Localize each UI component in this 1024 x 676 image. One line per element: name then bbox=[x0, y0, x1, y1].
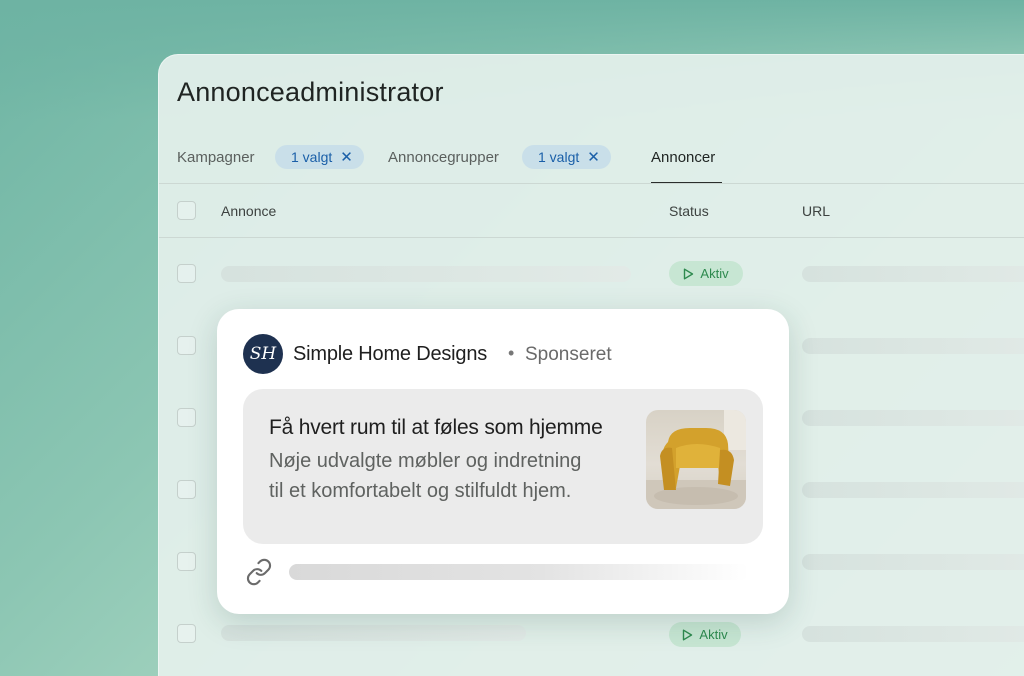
link-icon[interactable] bbox=[245, 558, 273, 586]
advertiser-name: Simple Home Designs bbox=[293, 343, 488, 365]
tab-ads[interactable]: Annoncer bbox=[651, 149, 715, 166]
ad-preview-card[interactable]: SH Simple Home Designs • Sponseret Få hv… bbox=[217, 309, 789, 614]
ad-name-placeholder bbox=[221, 266, 631, 282]
avatar-initials: SH bbox=[249, 344, 277, 364]
status-label: Aktiv bbox=[700, 266, 729, 281]
tab-bar: Kampagner 1 valgt ✕ Annoncegrupper 1 val… bbox=[177, 145, 1024, 185]
column-header-ad[interactable]: Annonce bbox=[221, 203, 276, 219]
url-placeholder bbox=[802, 554, 1024, 570]
url-placeholder bbox=[802, 410, 1024, 426]
table-header: Annonce Status URL bbox=[159, 184, 1024, 238]
row-checkbox[interactable] bbox=[177, 480, 196, 499]
row-checkbox[interactable] bbox=[177, 552, 196, 571]
chip-label: 1 valgt bbox=[538, 149, 580, 165]
yellow-armchair-image bbox=[646, 410, 746, 509]
column-header-status[interactable]: Status bbox=[669, 203, 709, 219]
ad-description: Nøje udvalgte møbler og indretning til e… bbox=[269, 450, 582, 502]
url-placeholder bbox=[802, 482, 1024, 498]
select-all-checkbox[interactable] bbox=[177, 201, 196, 220]
campaigns-filter-chip[interactable]: 1 valgt ✕ bbox=[275, 145, 364, 169]
url-placeholder bbox=[802, 626, 1024, 642]
row-checkbox[interactable] bbox=[177, 264, 196, 283]
column-header-url[interactable]: URL bbox=[802, 203, 830, 219]
advertiser-avatar: SH bbox=[243, 334, 283, 374]
url-placeholder bbox=[802, 338, 1024, 354]
close-icon[interactable]: ✕ bbox=[587, 148, 600, 166]
tab-campaigns[interactable]: Kampagner bbox=[177, 149, 255, 166]
tab-adgroups[interactable]: Annoncegrupper bbox=[388, 149, 499, 166]
play-icon bbox=[684, 268, 694, 279]
status-badge: Aktiv bbox=[669, 622, 741, 647]
ad-name-placeholder bbox=[221, 625, 526, 641]
adgroups-filter-chip[interactable]: 1 valgt ✕ bbox=[522, 145, 611, 169]
close-icon[interactable]: ✕ bbox=[340, 148, 353, 166]
table-row[interactable]: Aktiv bbox=[159, 238, 1024, 310]
ad-headline: Få hvert rum til at føles som hjemme bbox=[269, 416, 603, 439]
row-checkbox[interactable] bbox=[177, 624, 196, 643]
status-badge: Aktiv bbox=[669, 261, 743, 286]
sponsored-label: Sponseret bbox=[525, 344, 612, 365]
play-icon bbox=[683, 629, 693, 640]
url-placeholder bbox=[802, 266, 1024, 282]
armchair-illustration bbox=[646, 410, 746, 509]
separator-dot: • bbox=[508, 343, 515, 363]
ad-content-box[interactable]: Få hvert rum til at føles som hjemme Nøj… bbox=[243, 389, 763, 544]
page-title: Annonceadministrator bbox=[177, 77, 444, 107]
status-label: Aktiv bbox=[699, 627, 728, 642]
chip-label: 1 valgt bbox=[291, 149, 333, 165]
url-placeholder bbox=[289, 564, 749, 580]
row-checkbox[interactable] bbox=[177, 408, 196, 427]
row-checkbox[interactable] bbox=[177, 336, 196, 355]
